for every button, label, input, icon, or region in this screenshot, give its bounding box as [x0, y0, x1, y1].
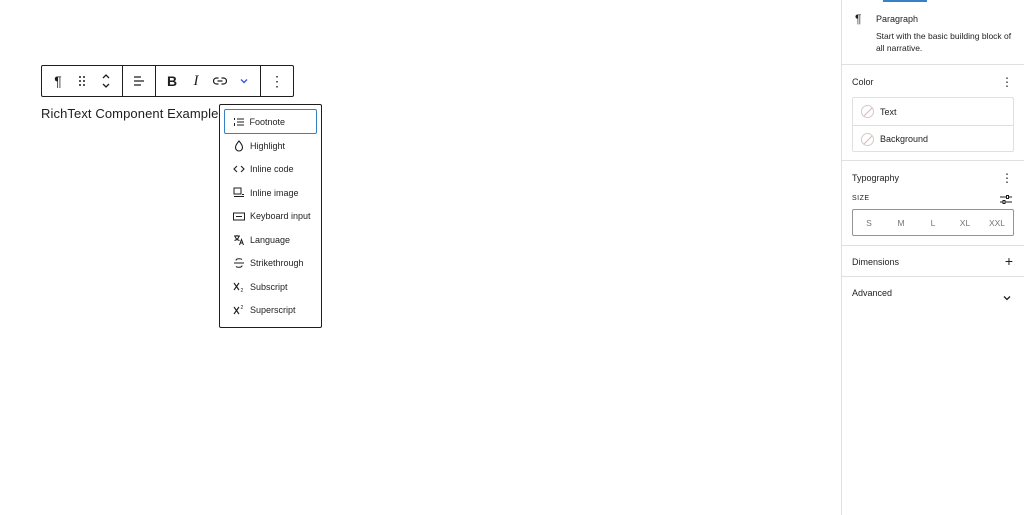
- menu-item-label: Strikethrough: [250, 258, 304, 269]
- link-icon: [213, 77, 227, 85]
- menu-item-label: Highlight: [250, 140, 286, 151]
- menu-item-strikethrough[interactable]: Strikethrough: [224, 252, 317, 276]
- color-swatch: [861, 132, 874, 146]
- move-arrows-icon: [102, 74, 110, 88]
- color-options-button[interactable]: ⋮: [1001, 76, 1013, 88]
- chevron-down-icon: [1002, 289, 1012, 307]
- font-size-xl[interactable]: XL: [949, 210, 981, 235]
- bold-button[interactable]: B: [160, 66, 184, 96]
- font-size-picker: S M L XL XXL: [852, 209, 1014, 236]
- italic-button[interactable]: I: [184, 66, 208, 96]
- menu-item-inline-image[interactable]: Inline image: [224, 181, 317, 205]
- advanced-panel-title: Advanced: [852, 288, 893, 298]
- menu-item-superscript[interactable]: 2 Superscript: [224, 299, 317, 323]
- code-icon: [233, 163, 245, 175]
- paragraph-icon: ¶: [54, 73, 62, 89]
- chevron-down-icon: [240, 79, 248, 84]
- droplet-icon: [233, 139, 245, 152]
- keyboard-icon: [233, 210, 245, 222]
- color-option-label: Text: [880, 106, 897, 117]
- toolbar-group-block: ¶: [42, 66, 123, 96]
- add-dimension-button[interactable]: +: [1005, 254, 1013, 268]
- menu-item-label: Superscript: [250, 305, 296, 316]
- link-button[interactable]: [208, 66, 232, 96]
- font-size-xxl[interactable]: XXL: [981, 210, 1013, 235]
- more-formats-button[interactable]: [232, 66, 256, 96]
- editor-canvas: ¶ B I ⋮ RichText Component Example Footn…: [0, 0, 841, 515]
- font-size-custom-toggle[interactable]: [1000, 192, 1012, 210]
- menu-item-keyboard-input[interactable]: Keyboard input: [224, 205, 317, 229]
- block-options-button[interactable]: ⋮: [265, 66, 289, 96]
- menu-item-label: Subscript: [250, 281, 288, 292]
- block-card: ¶ Paragraph Start with the basic buildin…: [842, 0, 1024, 65]
- svg-text:2: 2: [241, 288, 244, 293]
- toolbar-group-align: [123, 66, 156, 96]
- svg-text:2: 2: [241, 305, 244, 311]
- typography-options-button[interactable]: ⋮: [1001, 172, 1013, 184]
- settings-sidebar: ¶ Paragraph Start with the basic buildin…: [841, 0, 1024, 515]
- menu-item-footnote[interactable]: Footnote: [224, 109, 317, 134]
- color-panel-title: Color: [852, 77, 874, 87]
- more-vertical-icon: ⋮: [270, 72, 284, 89]
- menu-item-inline-code[interactable]: Inline code: [224, 158, 317, 182]
- font-size-l[interactable]: L: [917, 210, 949, 235]
- color-option-text[interactable]: Text: [853, 98, 1013, 125]
- typography-panel-title: Typography: [852, 173, 900, 183]
- menu-item-label: Language: [250, 234, 291, 245]
- menu-item-label: Footnote: [249, 116, 286, 127]
- dimensions-panel[interactable]: Dimensions +: [842, 246, 1024, 277]
- color-options: Text Background: [852, 97, 1014, 152]
- menu-item-label: Inline code: [250, 164, 294, 175]
- color-option-background[interactable]: Background: [853, 125, 1013, 152]
- paragraph-block[interactable]: RichText Component Example: [41, 106, 218, 121]
- block-toolbar: ¶ B I ⋮: [41, 65, 294, 97]
- color-swatch: [861, 105, 874, 118]
- font-size-m[interactable]: M: [885, 210, 917, 235]
- drag-handle-icon: [79, 76, 85, 86]
- toolbar-group-format: B I: [156, 66, 261, 96]
- image-icon: [233, 187, 245, 199]
- menu-item-highlight[interactable]: Highlight: [224, 134, 317, 158]
- paragraph-icon: ¶: [855, 12, 862, 26]
- menu-item-label: Inline image: [250, 187, 299, 198]
- font-size-s[interactable]: S: [853, 210, 885, 235]
- footnote-icon: [233, 116, 245, 128]
- strikethrough-icon: [233, 257, 245, 269]
- paragraph-block-button[interactable]: ¶: [46, 66, 70, 96]
- font-size-label: SIZE: [852, 195, 870, 202]
- block-title: Paragraph: [876, 14, 919, 24]
- superscript-icon: 2: [233, 304, 245, 316]
- color-option-label: Background: [880, 134, 929, 144]
- translate-icon: [233, 234, 245, 246]
- advanced-panel[interactable]: Advanced: [842, 277, 1024, 308]
- subscript-icon: 2: [233, 281, 245, 293]
- align-left-icon: [134, 76, 144, 86]
- drag-handle[interactable]: [70, 66, 94, 96]
- menu-item-subscript[interactable]: 2 Subscript: [224, 275, 317, 299]
- dimensions-panel-title: Dimensions: [852, 257, 900, 267]
- menu-item-label: Keyboard input: [250, 211, 311, 222]
- menu-item-language[interactable]: Language: [224, 228, 317, 252]
- more-formats-menu: Footnote Highlight Inline code Inline im…: [219, 104, 322, 328]
- align-button[interactable]: [127, 66, 151, 96]
- toolbar-group-options: ⋮: [261, 66, 293, 96]
- move-up-down-button[interactable]: [94, 66, 118, 96]
- block-description: Start with the basic building block of a…: [876, 31, 1012, 53]
- settings-sliders-icon: [1000, 195, 1012, 204]
